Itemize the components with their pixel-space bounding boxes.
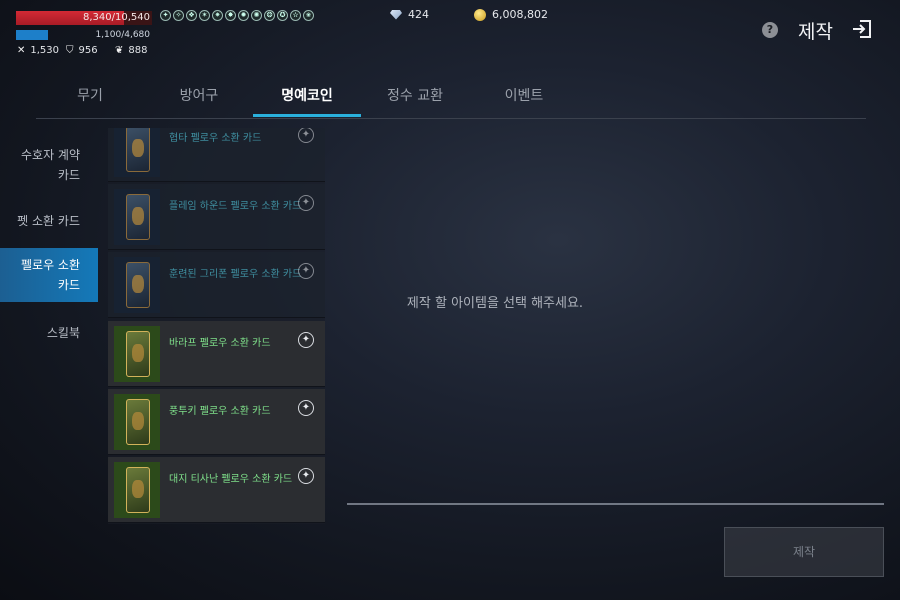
sidebar-item-skillbook[interactable]: 스킬북 — [0, 323, 98, 345]
sidebar-item-label: 수호자 계약 — [20, 148, 80, 162]
sidebar-item-guardian-card[interactable]: 수호자 계약 카드 — [0, 145, 98, 191]
tab-armor[interactable]: 방어구 — [145, 84, 253, 108]
compass-star-icon: ✦ — [298, 400, 314, 416]
buff-icon[interactable]: ✹ — [238, 10, 249, 21]
gem-amount: 424 — [408, 8, 429, 21]
help-icon[interactable]: ? — [762, 22, 778, 38]
mp-text: 1,100/4,680 — [95, 30, 150, 40]
hp-text: 8,340/10,540 — [83, 12, 150, 23]
sword-icon: ✕ — [17, 45, 26, 56]
sidebar-item-label: 카드 — [57, 278, 80, 292]
buff-icon[interactable]: ✷ — [212, 10, 223, 21]
buff-icon[interactable]: ✫ — [290, 10, 301, 21]
tab-event[interactable]: 이벤트 — [470, 84, 578, 108]
shield-icon: ⛉ — [66, 45, 74, 56]
tab-weapon[interactable]: 무기 — [36, 84, 144, 108]
list-item[interactable]: 풍투키 펠로우 소환 카드 ✦ — [108, 389, 325, 455]
craft-button[interactable]: 제작 — [724, 527, 884, 577]
select-item-prompt: 제작 할 아이템을 선택 해주세요. — [406, 296, 584, 311]
card-icon — [126, 128, 150, 172]
attack-stat: ✕ 1,530 — [17, 45, 59, 56]
exit-icon[interactable] — [852, 19, 872, 39]
buff-icon[interactable]: ✺ — [251, 10, 262, 21]
list-item[interactable]: 플레임 하운드 펠로우 소환 카드 ✦ — [108, 184, 325, 250]
buff-icons[interactable]: ✦ ✧ ❖ ✶ ✷ ✸ ✹ ✺ ❂ ✪ ✫ ✬ — [160, 10, 314, 21]
item-thumbnail — [114, 257, 160, 313]
diamond-icon — [390, 9, 402, 20]
crest-value: 888 — [128, 45, 148, 56]
card-icon — [126, 399, 150, 445]
item-name: 대지 티사난 펠로우 소환 카드 — [169, 474, 293, 485]
item-name: 풍투키 펠로우 소환 카드 — [169, 406, 271, 417]
tab-honor-coin[interactable]: 명예코인 — [253, 84, 361, 117]
sidebar-item-label: 펠로우 소환 — [20, 258, 80, 272]
attack-value: 1,530 — [30, 45, 60, 56]
gold-coin-icon — [474, 8, 486, 21]
sidebar-item-label: 스킬북 — [46, 326, 80, 340]
compass-star-icon: ✦ — [298, 332, 314, 348]
buff-icon[interactable]: ❖ — [186, 10, 197, 21]
buff-icon[interactable]: ✪ — [277, 10, 288, 21]
card-icon — [126, 331, 150, 377]
gem-currency: 424 — [390, 8, 429, 21]
list-item[interactable]: 바라프 펠로우 소환 카드 ✦ — [108, 321, 325, 387]
compass-star-icon: ✦ — [298, 468, 314, 484]
mp-bar: 1,100/4,680 — [16, 30, 152, 40]
buff-icon[interactable]: ✸ — [225, 10, 236, 21]
item-name: 바라프 펠로우 소환 카드 — [169, 338, 271, 349]
buff-icon[interactable]: ❂ — [264, 10, 275, 21]
buff-icon[interactable]: ✬ — [303, 10, 314, 21]
tab-essence-exchange[interactable]: 정수 교환 — [361, 84, 469, 108]
item-name: 플레임 하운드 펠로우 소환 카드 — [169, 201, 302, 212]
page-title: 제작 — [798, 21, 833, 43]
mp-bar-fill — [16, 30, 48, 40]
category-tabs: 무기 방어구 명예코인 정수 교환 이벤트 — [36, 84, 866, 119]
card-icon — [126, 467, 150, 513]
item-thumbnail — [114, 326, 160, 382]
item-list[interactable]: 협타 펠로우 소환 카드 ✦ 플레임 하운드 펠로우 소환 카드 ✦ 훈련된 그… — [108, 128, 325, 524]
sidebar-item-label: 카드 — [57, 168, 80, 182]
buff-icon[interactable]: ✧ — [173, 10, 184, 21]
buff-icon[interactable]: ✶ — [199, 10, 210, 21]
item-thumbnail — [114, 189, 160, 245]
item-thumbnail — [114, 394, 160, 450]
buff-icon[interactable]: ✦ — [160, 10, 171, 21]
gold-currency: 6,008,802 — [474, 8, 548, 21]
compass-star-icon: ✦ — [298, 263, 314, 279]
card-icon — [126, 194, 150, 240]
item-thumbnail — [114, 462, 160, 518]
defense-value: 956 — [78, 45, 98, 56]
list-item[interactable]: 대지 티사난 펠로우 소환 카드 ✦ — [108, 457, 325, 523]
compass-star-icon: ✦ — [298, 195, 314, 211]
sidebar-item-label: 펫 소환 카드 — [17, 214, 80, 228]
sidebar-item-fellow-card[interactable]: 펠로우 소환 카드 — [0, 248, 98, 302]
item-name: 협타 펠로우 소환 카드 — [169, 133, 262, 144]
list-item[interactable]: 훈련된 그리폰 펠로우 소환 카드 ✦ — [108, 252, 325, 318]
gold-amount: 6,008,802 — [492, 8, 548, 21]
item-name: 훈련된 그리폰 펠로우 소환 카드 — [169, 269, 302, 280]
item-thumbnail — [114, 128, 160, 177]
defense-stat: ⛉ 956 — [66, 45, 98, 56]
sidebar-item-pet-card[interactable]: 펫 소환 카드 — [0, 211, 98, 233]
crest-icon: ❦ — [115, 45, 124, 56]
list-item[interactable]: 협타 펠로우 소환 카드 ✦ — [108, 128, 325, 182]
compass-star-icon: ✦ — [298, 128, 314, 143]
divider — [347, 503, 884, 505]
crest-stat: ❦ 888 — [115, 45, 147, 56]
hp-bar: 8,340/10,540 — [16, 11, 152, 25]
card-icon — [126, 262, 150, 308]
